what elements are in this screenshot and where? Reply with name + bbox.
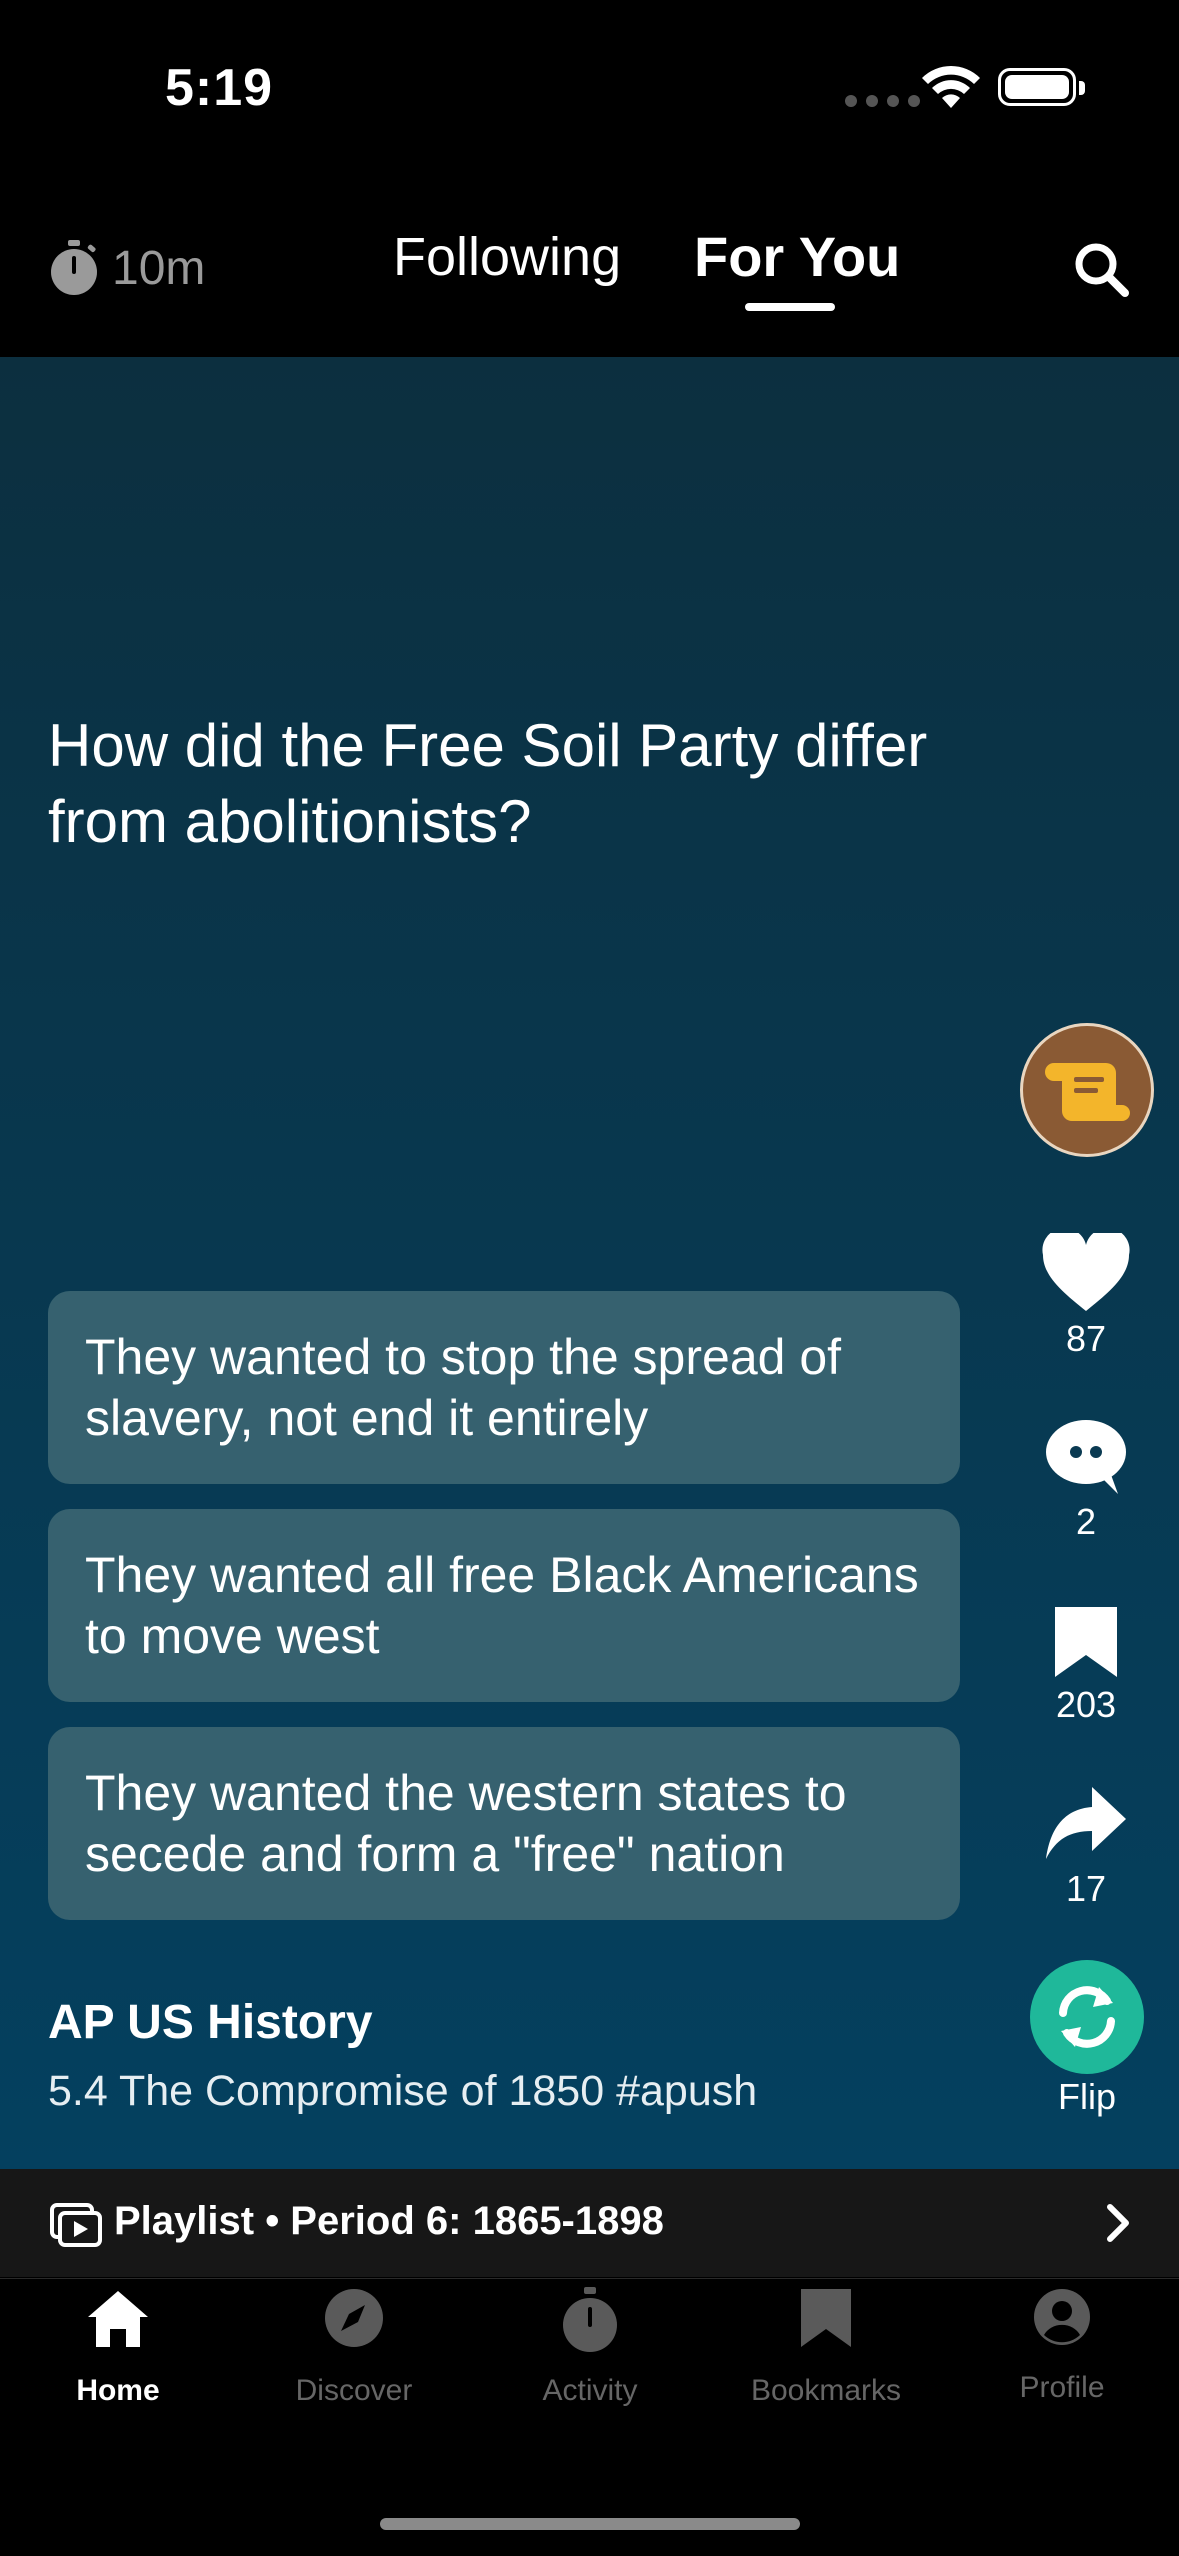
- stopwatch-icon: [563, 2287, 617, 2352]
- refresh-icon: [1059, 1986, 1115, 2048]
- chevron-right-icon: [1107, 2204, 1129, 2242]
- tab-profile-label: Profile: [1019, 2371, 1105, 2404]
- comment-icon: [1046, 1420, 1126, 1494]
- creator-avatar[interactable]: [1020, 1023, 1154, 1157]
- comment-button[interactable]: 2: [1026, 1418, 1146, 1543]
- share-count: 17: [1065, 1868, 1107, 1909]
- heart-icon: [1042, 1227, 1130, 1311]
- person-icon: [1034, 2289, 1090, 2345]
- home-icon: [88, 2291, 148, 2347]
- course-title[interactable]: AP US History: [48, 1995, 373, 2050]
- playlist-bar[interactable]: Playlist • Period 6: 1865-1898: [0, 2169, 1179, 2277]
- like-count: 87: [1065, 1318, 1107, 1359]
- tab-home-label: Home: [76, 2374, 160, 2407]
- stopwatch-icon: [51, 240, 97, 295]
- answer-option-1[interactable]: They wanted to stop the spread of slaver…: [48, 1291, 960, 1484]
- flip-label: Flip: [1057, 2076, 1116, 2117]
- timer-label: 10m: [112, 241, 206, 295]
- answer-option-2[interactable]: They wanted all free Black Americans to …: [48, 1509, 960, 1702]
- playlist-label: Playlist • Period 6: 1865-1898: [114, 2199, 664, 2243]
- bookmark-icon: [1055, 1607, 1117, 1677]
- bookmark-icon: [801, 2289, 851, 2347]
- tab-activity-label: Activity: [542, 2374, 638, 2407]
- tab-bookmarks-label: Bookmarks: [750, 2374, 902, 2407]
- flip-button[interactable]: [1030, 1960, 1144, 2074]
- cellular-signal-icon: [845, 95, 920, 107]
- like-button[interactable]: 87: [1026, 1227, 1146, 1360]
- share-arrow-icon: [1046, 1787, 1126, 1859]
- course-subtitle: 5.4 The Compromise of 1850 #apush: [48, 2067, 758, 2115]
- tab-following[interactable]: Following: [393, 226, 621, 288]
- active-tab-indicator: [745, 303, 835, 311]
- question-text: How did the Free Soil Party differ from …: [48, 712, 928, 855]
- bookmark-button[interactable]: 203: [1026, 1603, 1146, 1726]
- scroll-icon: [1045, 1063, 1130, 1121]
- search-icon[interactable]: [1072, 240, 1132, 305]
- tab-for-you[interactable]: For You: [694, 224, 900, 289]
- home-indicator: [380, 2518, 800, 2530]
- wifi-icon: [920, 64, 982, 115]
- share-button[interactable]: 17: [1026, 1783, 1146, 1910]
- bookmark-count: 203: [1055, 1684, 1117, 1725]
- battery-icon: [998, 68, 1085, 106]
- answer-option-3[interactable]: They wanted the western states to secede…: [48, 1727, 960, 1920]
- compass-icon: [325, 2289, 383, 2347]
- session-timer[interactable]: 10m: [48, 240, 205, 296]
- comment-count: 2: [1075, 1501, 1097, 1542]
- bottom-tab-bar: Home Discover Activity Bookmarks Profile: [0, 2278, 1179, 2556]
- playlist-icon: [50, 2203, 102, 2247]
- status-time: 5:19: [165, 59, 274, 117]
- tab-discover-label: Discover: [295, 2374, 413, 2407]
